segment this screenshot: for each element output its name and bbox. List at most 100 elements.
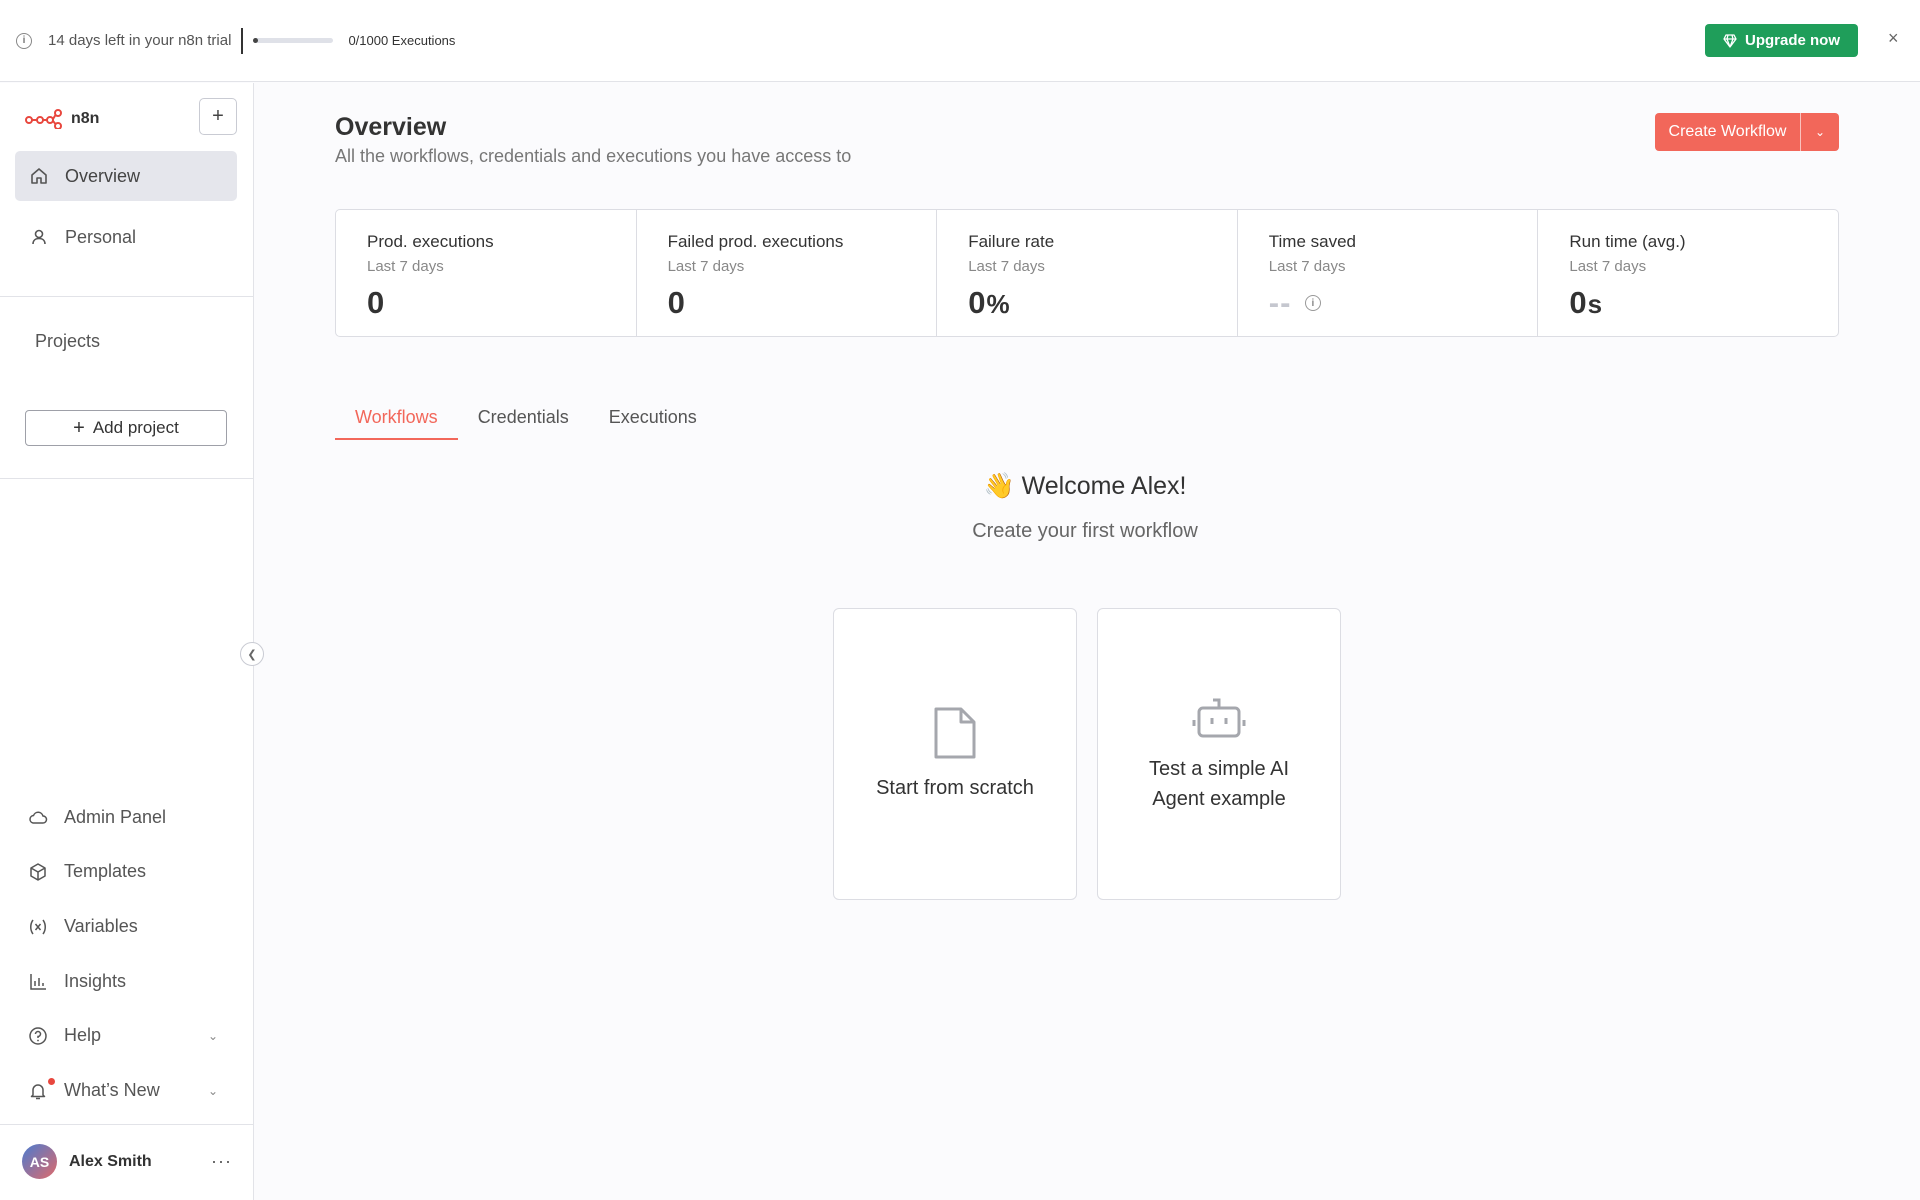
stat-value-wrap: 0s (1569, 285, 1807, 321)
page-title: Overview (335, 113, 447, 141)
sidebar-item-insights[interactable]: Insights (28, 971, 218, 992)
create-workflow-button-group: Create Workflow ⌄ (1655, 113, 1839, 151)
create-workflow-dropdown[interactable]: ⌄ (1801, 113, 1839, 151)
upgrade-now-button[interactable]: Upgrade now (1705, 24, 1858, 57)
create-new-button[interactable]: + (199, 98, 237, 135)
executions-progress-fill (253, 38, 259, 43)
sidebar-divider (0, 478, 253, 479)
welcome-text: Welcome Alex! (1021, 472, 1187, 500)
upgrade-now-label: Upgrade now (1744, 32, 1840, 49)
sidebar-item-personal[interactable]: Personal (15, 212, 237, 262)
sidebar-item-label: Variables (64, 916, 138, 936)
home-icon (29, 167, 49, 185)
stat-label: Run time (avg.) (1569, 232, 1686, 251)
executions-count: 0/1000 Executions (348, 33, 456, 48)
stat-value: 0 (968, 285, 987, 320)
stat-run-time[interactable]: Run time (avg.) Last 7 days 0s (1538, 210, 1838, 336)
card-label: Start from scratch (876, 777, 1034, 799)
stat-label: Time saved (1268, 232, 1357, 251)
stat-label: Failed prod. executions (667, 232, 844, 251)
welcome-subtitle: Create your first workflow (972, 520, 1198, 542)
more-options-icon[interactable]: ··· (211, 1151, 232, 1172)
chevron-down-icon: ⌄ (1814, 125, 1826, 139)
stat-value: 0 (1569, 285, 1588, 320)
variable-icon (30, 919, 46, 934)
stat-time-saved[interactable]: Time saved Last 7 days -- i (1238, 210, 1539, 336)
card-label: Test a simple AI Agent example (1148, 758, 1290, 810)
stat-label: Failure rate (968, 232, 1055, 251)
page-subtitle: All the workflows, credentials and execu… (335, 146, 852, 166)
sidebar-item-whats-new[interactable]: What’s New ⌄ (28, 1077, 218, 1101)
banner-separator (241, 27, 244, 54)
trial-text: 14 days left in your n8n trial (48, 32, 232, 49)
plus-icon: + (73, 416, 85, 439)
ai-agent-example-card[interactable]: Test a simple AI Agent example (1097, 608, 1341, 900)
sidebar-item-label: Personal (65, 226, 137, 247)
sidebar-item-help[interactable]: Help ⌄ (28, 1025, 218, 1046)
insights-summary: Prod. executions Last 7 days 0 Failed pr… (335, 209, 1839, 337)
stat-label: Prod. executions (367, 232, 494, 251)
sidebar-item-label: What’s New (64, 1080, 160, 1100)
sidebar: n8n + Overview Personal Projects + Add p… (0, 83, 254, 1200)
add-project-button[interactable]: + Add project (25, 410, 227, 446)
user-menu[interactable]: AS Alex Smith ··· (22, 1144, 232, 1179)
help-icon (29, 1026, 47, 1045)
sidebar-item-templates[interactable]: Templates (28, 861, 218, 882)
chevron-down-icon: ⌄ (207, 1083, 218, 1098)
projects-heading: Projects (35, 331, 101, 351)
user-name: Alex Smith (69, 1152, 152, 1170)
sidebar-item-label: Templates (64, 861, 147, 881)
executions-progress-bar (253, 38, 334, 43)
robot-icon (1192, 698, 1246, 738)
welcome-heading: 👋 Welcome Alex! (835, 472, 1335, 501)
stat-unit: % (986, 289, 1011, 319)
sidebar-divider (0, 296, 253, 297)
info-icon: i (16, 32, 32, 49)
create-workflow-button[interactable]: Create Workflow (1655, 113, 1801, 151)
sidebar-item-label: Overview (65, 165, 141, 186)
cloud-icon (29, 811, 48, 824)
close-banner-icon[interactable]: × (1888, 28, 1899, 49)
info-icon[interactable]: i (1305, 295, 1322, 311)
stat-failed-prod-executions[interactable]: Failed prod. executions Last 7 days 0 (637, 210, 938, 336)
tab-credentials[interactable]: Credentials (458, 400, 589, 440)
collapse-sidebar-button[interactable]: ❮ (240, 642, 264, 666)
sidebar-item-admin-panel[interactable]: Admin Panel (28, 807, 218, 828)
stat-period: Last 7 days (1268, 258, 1346, 275)
stat-period: Last 7 days (968, 258, 1045, 275)
stat-value-wrap: 0% (968, 285, 1206, 321)
tab-workflows[interactable]: Workflows (335, 400, 458, 440)
sidebar-item-label: Help (64, 1025, 102, 1045)
wave-emoji: 👋 (983, 472, 1015, 500)
stat-failure-rate[interactable]: Failure rate Last 7 days 0% (937, 210, 1238, 336)
add-project-label: Add project (92, 418, 179, 437)
bell-icon (30, 1083, 46, 1099)
stat-prod-executions[interactable]: Prod. executions Last 7 days 0 (336, 210, 637, 336)
stat-period: Last 7 days (1569, 258, 1647, 275)
avatar: AS (22, 1144, 57, 1179)
diamond-icon (1723, 33, 1737, 48)
start-from-scratch-card[interactable]: Start from scratch (833, 608, 1077, 900)
sidebar-item-overview[interactable]: Overview (15, 151, 237, 201)
box-icon (30, 862, 46, 881)
stat-value: 0 (667, 285, 686, 320)
sidebar-item-label: Admin Panel (64, 807, 167, 827)
sidebar-item-label: Insights (64, 971, 127, 991)
n8n-logo[interactable]: n8n (25, 109, 99, 129)
stat-value: 0 (367, 285, 386, 320)
user-icon (29, 228, 49, 246)
chevron-down-icon: ⌄ (207, 1028, 218, 1043)
sidebar-divider (0, 1124, 253, 1125)
stat-value-wrap: -- i (1269, 285, 1507, 321)
chart-icon (30, 973, 46, 990)
stat-period: Last 7 days (367, 258, 444, 275)
stat-period: Last 7 days (667, 258, 745, 275)
n8n-logo-icon (25, 109, 62, 129)
notification-dot (48, 1077, 55, 1085)
stat-value: -- (1268, 285, 1292, 320)
logo-text: n8n (71, 110, 100, 127)
sidebar-item-variables[interactable]: Variables (28, 916, 218, 937)
stat-unit: s (1587, 289, 1604, 319)
tab-executions[interactable]: Executions (589, 400, 717, 440)
tabs: Workflows Credentials Executions (335, 400, 717, 440)
